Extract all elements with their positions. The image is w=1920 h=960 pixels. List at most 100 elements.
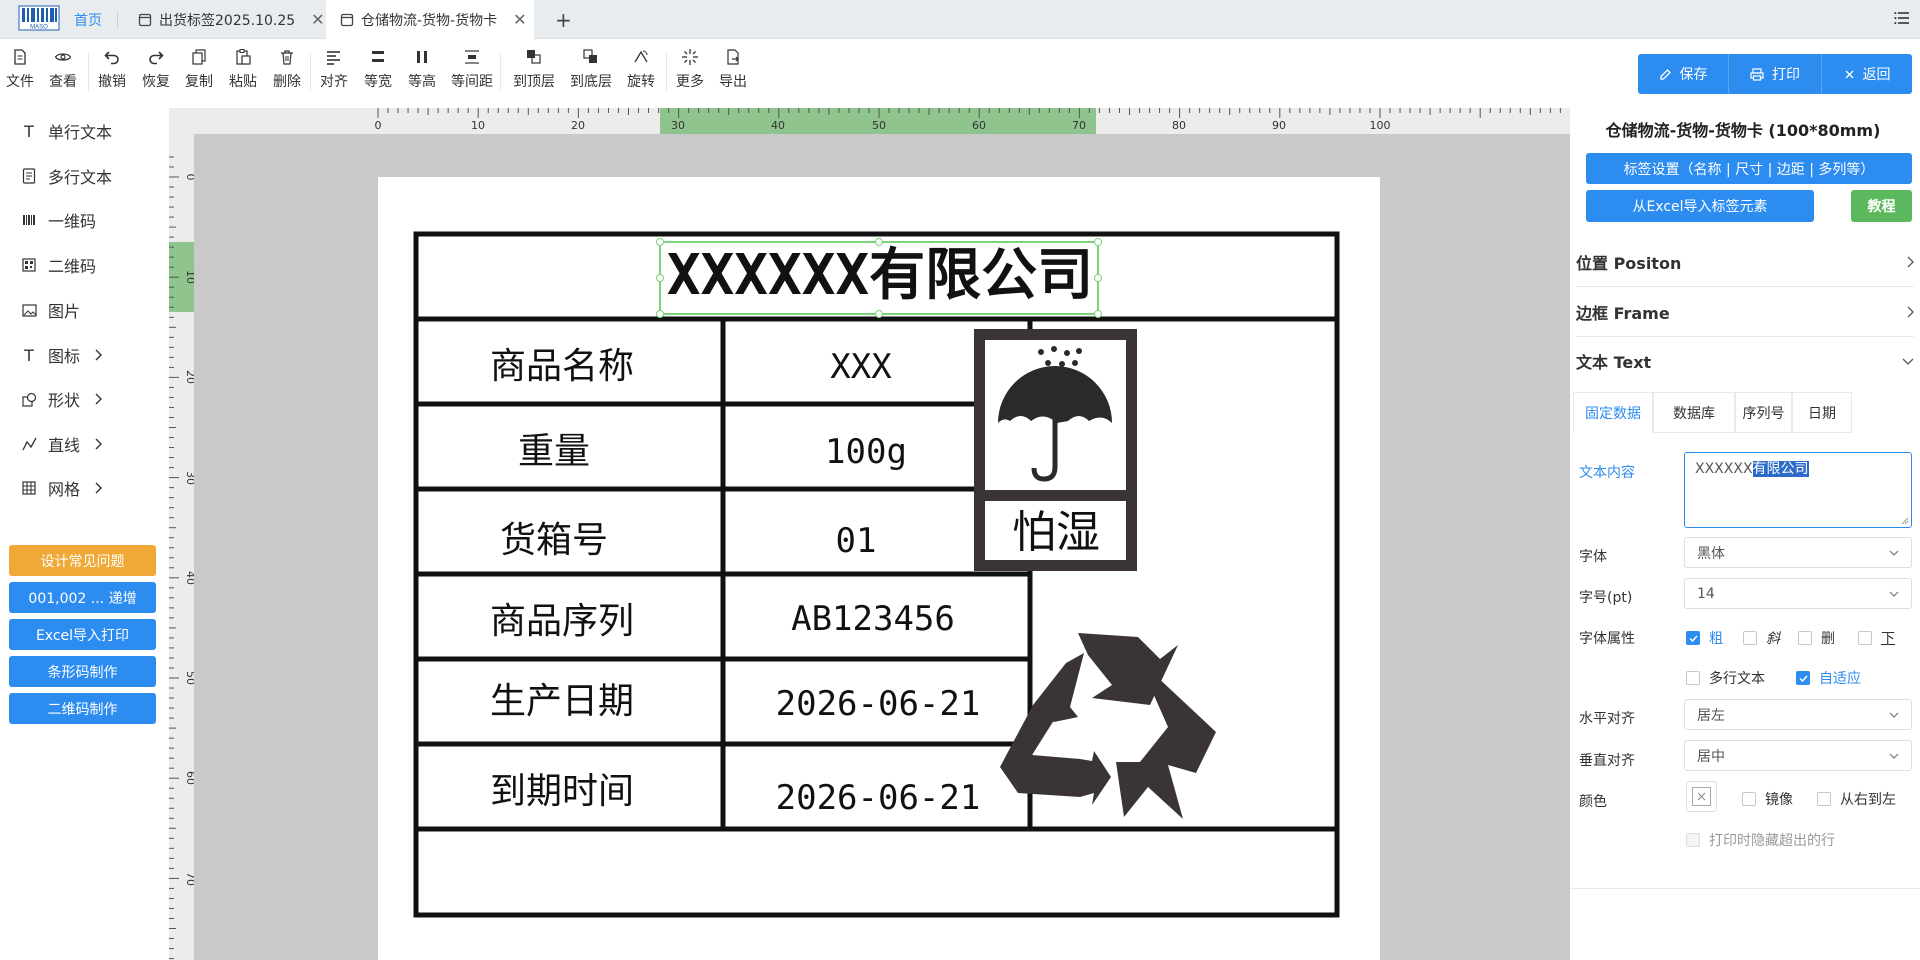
font-attr-label: 字体属性 (1579, 631, 1635, 647)
checkbox[interactable] (1858, 631, 1872, 645)
tab-shipping-label[interactable]: 出货标签2025.10.25 ✕ (138, 0, 325, 39)
tool-label: 二维码 (48, 257, 97, 276)
print-button[interactable]: 打印 (1729, 54, 1821, 94)
tool-qrcode[interactable]: 二维码 (0, 250, 165, 280)
mirror-checkbox[interactable]: 镜像 (1742, 789, 1793, 809)
checkbox[interactable] (1743, 631, 1757, 645)
valign-label: 垂直对齐 (1579, 753, 1635, 769)
ruler-label: 70 (184, 872, 194, 886)
autofit-checkbox[interactable]: 自适应 (1796, 668, 1861, 688)
row-value: XXX (830, 347, 892, 387)
rtl-checkbox[interactable]: 从右到左 (1817, 789, 1896, 809)
equal-width-icon (372, 51, 384, 62)
content-textarea[interactable]: XXXXXX有限公司 (1684, 452, 1912, 528)
label-design[interactable]: XXXXXX有限公司 商品名称 重量 货箱号 商品序列 生产日期 到期时间 XX… (378, 177, 1380, 960)
checkbox-checked[interactable] (1796, 671, 1810, 685)
more-button[interactable]: 更多 (676, 48, 704, 96)
delete-button[interactable]: 删除 (273, 48, 301, 96)
rotate-button[interactable]: 旋转 (627, 48, 655, 96)
tool-shape[interactable]: 形状 (0, 384, 165, 414)
underline-checkbox[interactable]: 下 (1858, 628, 1895, 648)
tool-multi-line-text[interactable]: 多行文本 (0, 161, 165, 191)
ruler-label: 100 (1370, 119, 1391, 132)
ruler-label: 0 (184, 174, 194, 181)
toolbar-divider (500, 53, 501, 91)
close-icon[interactable]: ✕ (311, 10, 324, 29)
back-button[interactable]: 返回 (1822, 54, 1912, 94)
copy-icon (192, 49, 206, 65)
ruler-label: 30 (184, 471, 194, 485)
qrcode-maker-button[interactable]: 二维码制作 (9, 693, 156, 724)
italic-checkbox[interactable]: 斜 (1743, 628, 1780, 648)
section-frame[interactable]: 边框 Frame (1576, 287, 1914, 337)
checkbox[interactable] (1798, 631, 1812, 645)
new-tab-button[interactable]: + (555, 0, 572, 39)
excel-import-elements-button[interactable]: 从Excel导入标签元素 (1586, 190, 1814, 222)
send-to-bottom-button[interactable]: 到底层 (570, 48, 612, 96)
row-key: 商品名称 (490, 346, 634, 387)
tool-grid[interactable]: 网格 (0, 473, 165, 503)
size-select[interactable]: 14 (1684, 578, 1912, 609)
checkbox[interactable] (1742, 792, 1756, 806)
excel-import-print-button[interactable]: Excel导入打印 (9, 619, 156, 650)
close-icon[interactable]: ✕ (513, 10, 526, 29)
bring-to-top-button[interactable]: 到顶层 (513, 48, 555, 96)
undo-button[interactable]: 撤销 (98, 48, 126, 96)
subtab-fixed-data[interactable]: 固定数据 (1573, 392, 1653, 433)
align-button[interactable]: 对齐 (320, 48, 348, 96)
design-faq-button[interactable]: 设计常见问题 (9, 545, 156, 576)
tool-icon[interactable]: T 图标 (0, 340, 165, 370)
qrcode-icon (18, 258, 40, 272)
checkbox-disabled[interactable] (1686, 833, 1700, 847)
copy-button[interactable]: 复制 (185, 48, 213, 96)
checkbox[interactable] (1686, 671, 1700, 685)
strikethrough-checkbox[interactable]: 删 (1798, 628, 1835, 648)
subtab-serial[interactable]: 序列号 (1735, 392, 1792, 433)
subtab-database[interactable]: 数据库 (1653, 392, 1735, 433)
section-position[interactable]: 位置 Positon (1576, 237, 1914, 287)
save-button[interactable]: 保存 (1638, 54, 1728, 94)
tool-line[interactable]: 直线 (0, 429, 165, 459)
export-button[interactable]: 导出 (719, 48, 747, 96)
ruler-label: 30 (671, 119, 685, 132)
halign-select[interactable]: 居左 (1684, 699, 1912, 730)
toolbar-divider (88, 53, 89, 91)
checkbox-checked[interactable] (1686, 631, 1700, 645)
bold-checkbox[interactable]: 粗 (1686, 628, 1723, 648)
increment-button[interactable]: 001,002 ... 递增 (9, 582, 156, 613)
document-icon (18, 168, 40, 184)
tool-image[interactable]: 图片 (0, 295, 165, 325)
company-name-text[interactable]: XXXXXX有限公司 (667, 243, 1093, 308)
barcode-maker-button[interactable]: 条形码制作 (9, 656, 156, 687)
row-value: 100g (825, 432, 907, 472)
valign-select[interactable]: 居中 (1684, 740, 1912, 771)
color-picker[interactable] (1686, 781, 1717, 812)
resize-handle-icon[interactable] (1901, 517, 1909, 525)
tool-barcode[interactable]: 一维码 (0, 205, 165, 235)
equal-width-button[interactable]: 等宽 (364, 48, 392, 96)
redo-icon (149, 51, 164, 65)
subtab-date[interactable]: 日期 (1792, 392, 1852, 433)
multiline-checkbox[interactable]: 多行文本 (1686, 668, 1765, 688)
redo-button[interactable]: 恢复 (142, 48, 170, 96)
paste-button[interactable]: 粘贴 (229, 48, 257, 96)
hide-overflow-checkbox[interactable]: 打印时隐藏超出的行 (1686, 830, 1835, 850)
trash-icon (281, 50, 293, 65)
equal-spacing-button[interactable]: 等间距 (451, 48, 493, 96)
view-button[interactable]: 查看 (49, 48, 77, 96)
menu-icon[interactable] (1894, 10, 1910, 26)
ruler-label: 10 (471, 119, 485, 132)
tab-home[interactable]: 首页 (74, 0, 102, 39)
checkbox[interactable] (1817, 792, 1831, 806)
font-select[interactable]: 黑体 (1684, 537, 1912, 568)
size-label: 字号(pt) (1579, 590, 1633, 606)
tool-single-line-text[interactable]: T 单行文本 (0, 116, 165, 146)
equal-height-button[interactable]: 等高 (408, 48, 436, 96)
tutorial-button[interactable]: 教程 (1851, 190, 1912, 222)
tab-cargo-card[interactable]: 仓储物流-货物-货物卡 ✕ (326, 0, 534, 39)
tool-label: 一维码 (48, 212, 97, 231)
label-settings-button[interactable]: 标签设置（名称 | 尺寸 | 边距 | 多列等） (1586, 153, 1912, 184)
file-button[interactable]: 文件 (6, 48, 34, 96)
section-text[interactable]: 文本 Text (1576, 336, 1914, 386)
rotate-icon (634, 50, 648, 63)
